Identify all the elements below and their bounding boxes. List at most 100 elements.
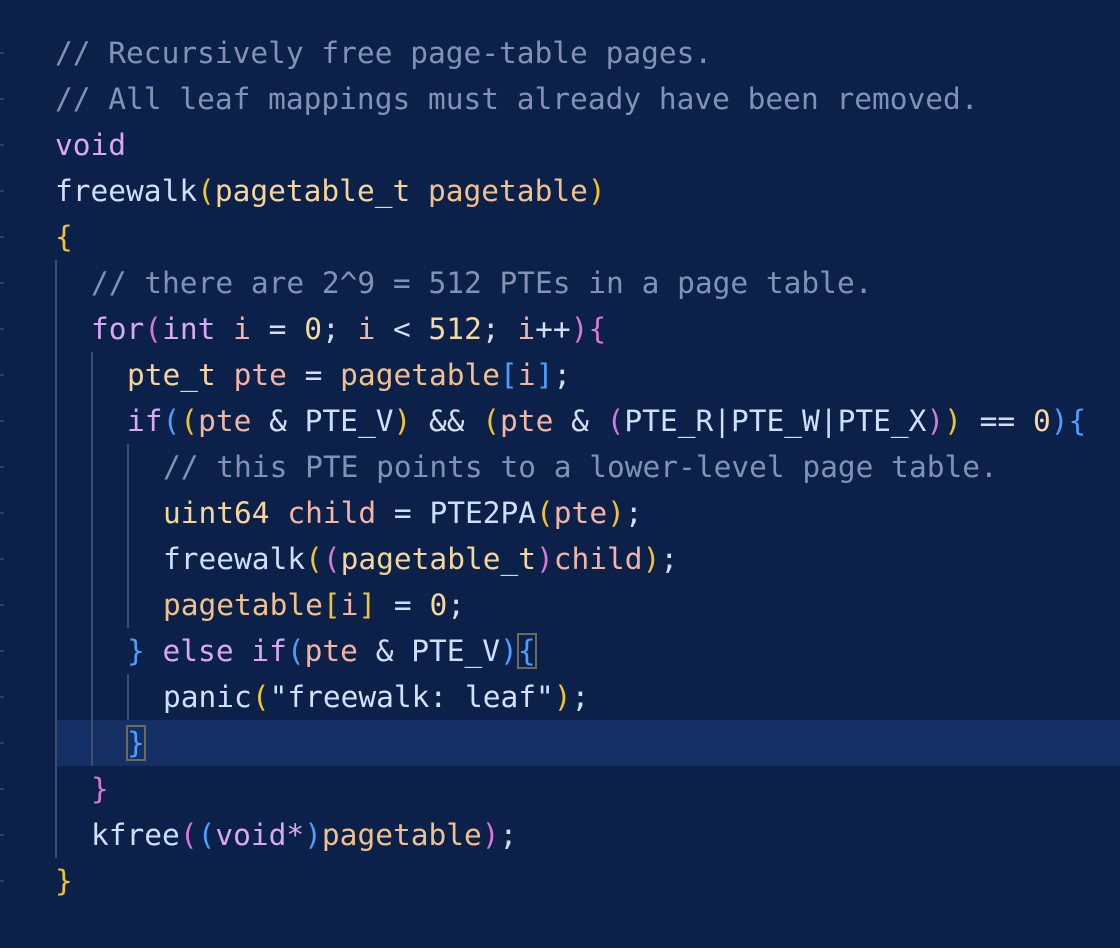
code-line-content: { xyxy=(55,214,73,260)
code-token: // Recursively free page-table pages. xyxy=(55,36,713,70)
code-token: ) xyxy=(1050,404,1069,438)
code-line[interactable]: if((pte & PTE_V) && (pte & (PTE_R|PTE_W|… xyxy=(0,398,1120,444)
gutter-marker xyxy=(0,880,4,882)
code-token: uint64 xyxy=(163,496,270,530)
code-line[interactable]: void xyxy=(0,122,1120,168)
code-token: void xyxy=(55,128,127,162)
code-line[interactable]: } xyxy=(0,720,1120,766)
code-token: && xyxy=(411,404,483,438)
code-line[interactable]: panic("freewalk: leaf"); xyxy=(0,674,1120,720)
code-token: ) xyxy=(393,404,412,438)
code-token: ) xyxy=(587,174,606,208)
code-token: ; xyxy=(447,588,465,622)
code-token: [ xyxy=(500,358,518,392)
code-line-content: // Recursively free page-table pages. xyxy=(55,30,712,76)
code-token: PTE_V xyxy=(411,634,501,668)
code-line-content: panic("freewalk: leaf"); xyxy=(163,674,589,720)
code-line[interactable]: for(int i = 0; i < 512; i++){ xyxy=(0,306,1120,352)
code-token: ( xyxy=(482,404,501,438)
code-token: { xyxy=(1068,404,1087,438)
code-line-content: // there are 2^9 = 512 PTEs in a page ta… xyxy=(91,260,872,306)
code-line[interactable]: freewalk(pagetable_t pagetable) xyxy=(0,168,1120,214)
code-token: void* xyxy=(215,818,305,852)
gutter-marker xyxy=(0,742,4,744)
code-token: i xyxy=(233,312,251,346)
gutter-marker xyxy=(0,420,4,422)
code-token: ; xyxy=(624,496,643,530)
code-token: ( xyxy=(322,542,341,576)
code-token: child xyxy=(553,542,643,576)
code-line[interactable]: freewalk((pagetable_t)child); xyxy=(0,536,1120,582)
code-token: if xyxy=(127,404,163,438)
code-token: ( xyxy=(251,680,270,714)
code-token: & xyxy=(357,634,412,668)
code-token: PTE_R xyxy=(624,404,714,438)
code-token: pagetable xyxy=(428,174,588,208)
code-token: ) xyxy=(304,818,322,852)
gutter-marker xyxy=(0,558,4,560)
code-line[interactable]: } xyxy=(0,858,1120,904)
code-token: ; xyxy=(321,312,358,346)
gutter-marker xyxy=(0,190,4,192)
code-line[interactable]: } xyxy=(0,766,1120,812)
code-token: | xyxy=(819,404,838,438)
code-token: & xyxy=(553,404,607,438)
code-token: PTE_X xyxy=(837,404,927,438)
gutter-marker xyxy=(0,144,4,146)
code-token: = xyxy=(376,588,430,622)
gutter-marker xyxy=(0,98,4,100)
code-line[interactable]: // Recursively free page-table pages. xyxy=(0,30,1120,76)
code-token: ) xyxy=(553,680,572,714)
code-token: ) xyxy=(642,542,661,576)
code-token: ( xyxy=(197,174,215,208)
code-token: PTE_V xyxy=(304,404,394,438)
code-editor[interactable]: // Recursively free page-table pages. // … xyxy=(0,0,1120,948)
code-token: if xyxy=(251,634,287,668)
code-token: ( xyxy=(606,404,625,438)
code-token: [ xyxy=(322,588,341,622)
code-line[interactable]: // All leaf mappings must already have b… xyxy=(0,76,1120,122)
code-token: i xyxy=(517,312,536,346)
code-token: pte_t xyxy=(127,358,216,392)
code-token: ) xyxy=(570,312,589,346)
code-line-content: freewalk(pagetable_t pagetable) xyxy=(55,168,606,214)
code-line[interactable]: kfree((void*)pagetable); xyxy=(0,812,1120,858)
code-token: kfree xyxy=(91,818,180,852)
code-line[interactable]: pagetable[i] = 0; xyxy=(0,582,1120,628)
gutter-marker xyxy=(0,696,4,698)
code-token: = xyxy=(250,312,305,346)
code-line-content: pagetable[i] = 0; xyxy=(163,582,465,628)
gutter-marker xyxy=(0,282,4,284)
code-token: = xyxy=(376,496,430,530)
code-token: pagetable_t xyxy=(214,174,411,208)
code-line[interactable]: uint64 child = PTE2PA(pte); xyxy=(0,490,1120,536)
code-token: pte xyxy=(198,404,252,438)
code-line[interactable]: } else if(pte & PTE_V){ xyxy=(0,628,1120,674)
code-line[interactable]: // there are 2^9 = 512 PTEs in a page ta… xyxy=(0,260,1120,306)
code-token: == xyxy=(961,404,1033,438)
code-token: i xyxy=(340,588,359,622)
code-line-content: if((pte & PTE_V) && (pte & (PTE_R|PTE_W|… xyxy=(127,398,1086,444)
code-token: PTE2PA xyxy=(429,496,537,530)
code-token: pte xyxy=(233,358,287,392)
gutter-marker xyxy=(0,834,4,836)
gutter-marker xyxy=(0,604,4,606)
code-token: ) xyxy=(607,496,625,530)
code-line[interactable]: // this PTE points to a lower-level page… xyxy=(0,444,1120,490)
code-line[interactable]: pte_t pte = pagetable[i]; xyxy=(0,352,1120,398)
code-line[interactable]: { xyxy=(0,214,1120,260)
code-token: pte xyxy=(553,496,608,530)
gutter-marker xyxy=(0,512,4,514)
code-token: < xyxy=(375,312,429,346)
code-token: { xyxy=(516,633,537,669)
code-line-content: void xyxy=(55,122,126,168)
code-line-content: // All leaf mappings must already have b… xyxy=(55,76,979,122)
code-token: } xyxy=(127,634,145,668)
code-token: 0 xyxy=(1032,404,1051,438)
code-token: ) xyxy=(944,404,962,438)
code-token: ) xyxy=(500,634,518,668)
gutter-marker xyxy=(0,466,4,468)
